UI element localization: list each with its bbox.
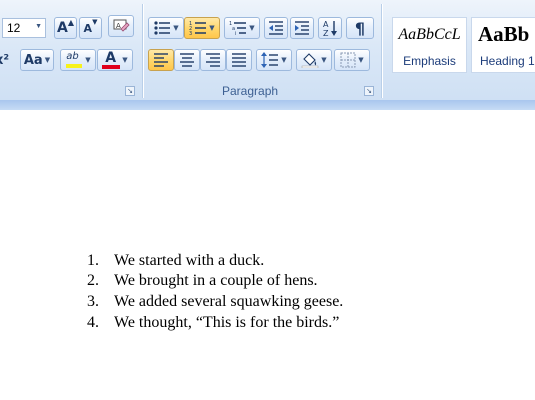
align-right-icon (206, 53, 220, 67)
bullet-list-icon (154, 21, 171, 35)
decrease-indent-icon (269, 21, 283, 35)
align-left-button[interactable] (148, 49, 174, 71)
chevron-down-icon: ▼ (85, 56, 91, 64)
list-number: 1. (87, 252, 99, 269)
change-case-label: Aa (23, 52, 43, 68)
style-emphasis[interactable]: AaBbCcL Emphasis (392, 17, 467, 73)
arrow-down-icon: ▼ (92, 18, 98, 26)
clear-formatting-button[interactable]: A (108, 15, 134, 37)
list-text: We brought in a couple of hens. (114, 272, 318, 289)
align-center-button[interactable] (174, 49, 200, 71)
font-size-box[interactable]: 12 ▼ (2, 18, 46, 38)
subscript-button[interactable]: x² (0, 49, 14, 71)
chevron-down-icon: ▼ (122, 56, 128, 64)
chevron-down-icon: ▼ (209, 24, 215, 32)
list-item[interactable]: 2. We brought in a couple of hens. (0, 272, 535, 292)
paragraph-dialog-launcher[interactable]: ↘ (364, 86, 374, 96)
show-hide-marks-button[interactable]: ¶ (346, 17, 374, 39)
shrink-font-label: A (83, 21, 93, 35)
multilevel-list-button[interactable]: 1 a i ▼ (224, 17, 260, 39)
shading-button[interactable]: ▼ (296, 49, 332, 71)
svg-text:A: A (323, 20, 329, 29)
highlighter-icon: ab (65, 51, 83, 69)
font-dialog-launcher[interactable]: ↘ (125, 86, 135, 96)
decrease-indent-button[interactable] (264, 17, 288, 39)
chevron-down-icon: ▼ (281, 56, 287, 64)
justify-button[interactable] (226, 49, 252, 71)
clear-formatting-icon: A (113, 19, 130, 32)
list-number: 2. (87, 272, 99, 289)
font-color-button[interactable]: A ▼ (97, 49, 133, 71)
highlight-label: ab (66, 51, 79, 62)
style-name: Heading 1 (480, 54, 535, 68)
chevron-down-icon: ▼ (321, 56, 327, 64)
list-number: 4. (87, 314, 99, 331)
ribbon: 12 ▼ A▲ A▼ A x² Aa▼ ab ▼ A ▼ ↘ (0, 0, 535, 101)
align-right-button[interactable] (200, 49, 226, 71)
grow-font-button[interactable]: A ▲ (54, 17, 77, 39)
change-case-button[interactable]: Aa ▼ (20, 49, 54, 71)
list-text: We started with a duck. (114, 252, 265, 269)
line-spacing-button[interactable]: ▼ (256, 49, 292, 71)
style-name: Emphasis (403, 54, 456, 68)
font-color-icon: A (102, 50, 121, 69)
numbering-button[interactable]: 1 2 3 ▼ (184, 17, 220, 39)
list-text: We thought, “This is for the birds.” (114, 314, 340, 331)
chevron-down-icon: ▼ (249, 24, 255, 32)
shrink-font-button[interactable]: A ▼ (79, 17, 102, 39)
numbered-list-icon: 1 2 3 (189, 21, 207, 36)
chevron-down-icon: ▼ (358, 56, 364, 64)
justify-icon (232, 53, 246, 67)
paint-bucket-icon (302, 53, 319, 68)
borders-button[interactable]: ▼ (334, 49, 370, 71)
paragraph-group-label: Paragraph (222, 84, 279, 98)
list-item[interactable]: 3. We added several squawking geese. (0, 293, 535, 313)
svg-text:Z: Z (323, 29, 329, 37)
list-text: We added several squawking geese. (114, 293, 344, 310)
border-grid-icon (340, 52, 356, 68)
list-item[interactable]: 4. We thought, “This is for the birds.” (0, 314, 535, 334)
sort-button[interactable]: A Z (318, 17, 342, 39)
bullets-button[interactable]: ▼ (148, 17, 184, 39)
line-spacing-icon (261, 52, 279, 68)
multilevel-list-icon: 1 a i (229, 21, 247, 36)
svg-text:A: A (116, 22, 121, 30)
list-item[interactable]: 1. We started with a duck. (0, 252, 535, 272)
svg-text:3: 3 (189, 31, 192, 36)
style-heading-1[interactable]: AaBb Heading 1 (471, 17, 535, 73)
superscript-icon: x² (0, 52, 10, 68)
align-center-icon (180, 53, 194, 67)
increase-indent-icon (295, 21, 309, 35)
grow-font-label: A (57, 20, 68, 36)
highlight-button[interactable]: ab ▼ (60, 49, 96, 71)
pilcrow-icon: ¶ (354, 18, 366, 38)
style-sample: AaBb (478, 22, 530, 46)
increase-indent-button[interactable] (290, 17, 314, 39)
ribbon-bottom-bar (0, 100, 535, 110)
font-size-value: 12 (7, 21, 21, 35)
sort-az-icon: A Z (323, 20, 337, 37)
chevron-down-icon: ▼ (44, 56, 51, 64)
svg-text:i: i (235, 31, 236, 36)
chevron-down-icon[interactable]: ▼ (35, 23, 42, 30)
arrow-up-icon: ▲ (67, 18, 74, 27)
list-number: 3. (87, 293, 99, 310)
style-sample: AaBbCcL (398, 26, 461, 43)
chevron-down-icon: ▼ (173, 24, 179, 32)
align-left-icon (154, 53, 168, 67)
